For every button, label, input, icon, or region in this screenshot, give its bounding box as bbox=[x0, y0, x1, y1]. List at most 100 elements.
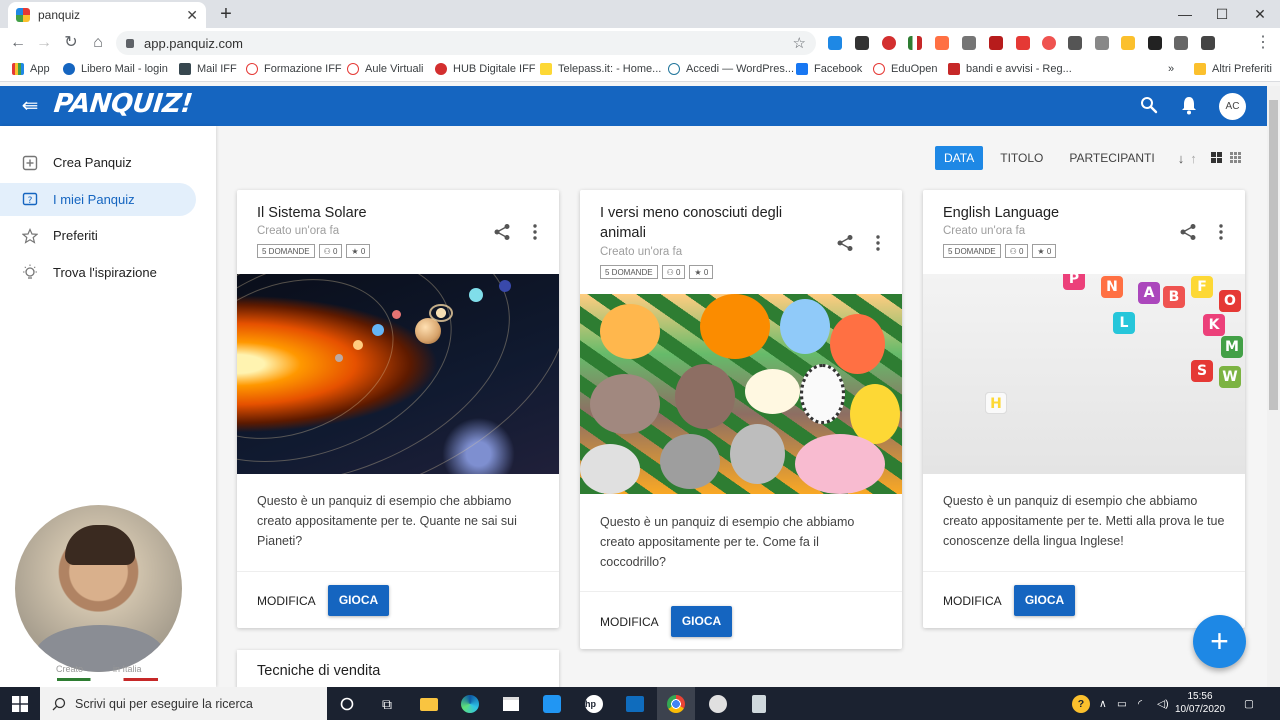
extension-icon[interactable] bbox=[962, 36, 976, 50]
back-icon[interactable]: ← bbox=[7, 33, 29, 53]
extension-icon[interactable] bbox=[1042, 36, 1056, 50]
extension-icon[interactable] bbox=[989, 36, 1003, 50]
battery-icon[interactable]: ▭ bbox=[1117, 687, 1127, 720]
taskbar-clock[interactable]: 15:56 10/07/2020 bbox=[1175, 690, 1225, 716]
chrome-icon[interactable] bbox=[657, 687, 695, 720]
card-title: English Language bbox=[943, 205, 1060, 221]
app-icon[interactable] bbox=[541, 693, 563, 715]
sidebar-item-preferiti[interactable]: Preferiti bbox=[0, 219, 196, 252]
play-button[interactable]: GIOCA bbox=[328, 585, 389, 616]
bookmark-item[interactable]: EduOpen bbox=[873, 63, 937, 75]
more-vert-icon[interactable] bbox=[533, 224, 537, 240]
cortana-icon[interactable] bbox=[336, 693, 358, 715]
create-quiz-fab[interactable]: + bbox=[1193, 615, 1246, 668]
bookmark-item[interactable]: Facebook bbox=[796, 63, 862, 75]
task-view-icon[interactable]: ⧉ bbox=[376, 693, 398, 715]
more-vert-icon[interactable] bbox=[1219, 224, 1223, 240]
extension-icon[interactable] bbox=[1095, 36, 1109, 50]
bookmark-item[interactable]: Mail IFF bbox=[179, 63, 237, 75]
sidebar-item-trova-ispirazione[interactable]: Trova l'ispirazione bbox=[0, 256, 196, 289]
extensions-puzzle-icon[interactable] bbox=[1201, 36, 1215, 50]
home-icon[interactable]: ⌂ bbox=[87, 33, 109, 53]
extension-icon[interactable] bbox=[855, 36, 869, 50]
taskbar-search-placeholder: Scrivi qui per eseguire la ricerca bbox=[75, 696, 253, 711]
bookmark-item[interactable]: Formazione IFF bbox=[246, 63, 342, 75]
close-tab-icon[interactable]: ✕ bbox=[186, 7, 198, 24]
sort-descending-icon[interactable]: ↓ bbox=[1178, 151, 1185, 166]
forward-icon[interactable]: → bbox=[33, 33, 55, 53]
user-avatar[interactable]: AC bbox=[1219, 93, 1246, 120]
outlook-icon[interactable] bbox=[624, 693, 646, 715]
view-large-grid-icon[interactable] bbox=[1210, 151, 1222, 166]
sort-by-titolo-button[interactable]: TITOLO bbox=[991, 146, 1052, 170]
more-vert-icon[interactable] bbox=[876, 235, 880, 251]
menu-collapse-icon[interactable]: ⇚ bbox=[18, 95, 42, 117]
sidebar-item-i-miei-panquiz[interactable]: ? I miei Panquiz bbox=[0, 183, 196, 216]
edit-button[interactable]: MODIFICA bbox=[257, 594, 316, 608]
wifi-icon[interactable]: ◜ bbox=[1138, 687, 1142, 720]
extension-icon[interactable] bbox=[935, 36, 949, 50]
share-icon[interactable] bbox=[836, 234, 854, 252]
iff-icon bbox=[246, 63, 258, 75]
page-scrollbar[interactable] bbox=[1267, 86, 1280, 687]
bookmark-item[interactable]: bandi e avvisi - Reg... bbox=[948, 63, 1072, 75]
address-bar[interactable]: app.panquiz.com ☆ bbox=[116, 31, 816, 55]
questions-count-badge: 5 DOMANDE bbox=[600, 265, 658, 279]
sidebar-item-label: Trova l'ispirazione bbox=[53, 265, 157, 280]
bookmark-item[interactable]: HUB Digitale IFF bbox=[435, 63, 536, 75]
other-bookmarks[interactable]: Altri Preferiti bbox=[1194, 63, 1272, 75]
bookmark-star-icon[interactable]: ☆ bbox=[793, 34, 806, 52]
reload-icon[interactable]: ↻ bbox=[60, 33, 82, 53]
edge-icon[interactable] bbox=[459, 693, 481, 715]
extension-icon[interactable] bbox=[828, 36, 842, 50]
sidebar-item-label: Preferiti bbox=[53, 228, 98, 243]
store-icon[interactable] bbox=[500, 693, 522, 715]
sort-by-partecipanti-button[interactable]: PARTECIPANTI bbox=[1060, 146, 1163, 170]
sort-ascending-icon[interactable]: ↑ bbox=[1190, 151, 1197, 166]
extension-icon[interactable] bbox=[1174, 36, 1188, 50]
bookmark-item[interactable]: Telepass.it: - Home... bbox=[540, 63, 661, 75]
taskbar-search-input[interactable]: Scrivi qui per eseguire la ricerca bbox=[40, 687, 327, 720]
card-divider bbox=[923, 571, 1245, 572]
sidebar-item-crea-panquiz[interactable]: Crea Panquiz bbox=[0, 146, 196, 179]
app-icon[interactable] bbox=[707, 693, 729, 715]
browser-tab[interactable]: panquiz ✕ bbox=[8, 2, 206, 28]
bookmark-item[interactable]: Aule Virtuali bbox=[347, 63, 424, 75]
share-icon[interactable] bbox=[493, 223, 511, 241]
extension-icon[interactable] bbox=[1121, 36, 1135, 50]
file-explorer-icon[interactable] bbox=[418, 693, 440, 715]
notifications-bell-icon[interactable] bbox=[1180, 95, 1198, 115]
tab-title: panquiz bbox=[38, 8, 81, 22]
volume-icon[interactable]: ◁) bbox=[1157, 687, 1169, 720]
cartoon-animals-image bbox=[580, 294, 902, 494]
bookmark-item[interactable]: App bbox=[12, 63, 50, 75]
bookmarks-overflow-icon[interactable]: » bbox=[1168, 63, 1174, 75]
help-icon[interactable]: ? bbox=[1072, 687, 1090, 720]
extension-icon[interactable] bbox=[1148, 36, 1162, 50]
hp-icon[interactable]: hp bbox=[583, 693, 605, 715]
stars-count-badge: ★ 0 bbox=[346, 244, 371, 258]
adblock-icon[interactable] bbox=[882, 36, 896, 50]
share-icon[interactable] bbox=[1179, 223, 1197, 241]
calculator-icon[interactable] bbox=[748, 693, 770, 715]
extension-icon[interactable] bbox=[1016, 36, 1030, 50]
windows-start-icon[interactable] bbox=[0, 687, 40, 720]
play-button[interactable]: GIOCA bbox=[1014, 585, 1075, 616]
questions-count-badge: 5 DOMANDE bbox=[257, 244, 315, 258]
close-window-icon[interactable]: ✕ bbox=[1237, 0, 1280, 28]
bookmark-item[interactable]: Accedi — WordPres... bbox=[668, 63, 794, 75]
scrollbar-thumb[interactable] bbox=[1269, 100, 1278, 410]
edit-button[interactable]: MODIFICA bbox=[943, 594, 1002, 608]
view-small-grid-icon[interactable] bbox=[1229, 151, 1241, 166]
play-button[interactable]: GIOCA bbox=[671, 606, 732, 637]
bookmark-item[interactable]: Libero Mail - login bbox=[63, 63, 168, 75]
browser-menu-icon[interactable]: ⋮ bbox=[1252, 33, 1274, 53]
new-tab-icon[interactable]: + bbox=[216, 3, 236, 26]
extension-icon[interactable] bbox=[1068, 36, 1082, 50]
search-icon[interactable] bbox=[1140, 96, 1158, 114]
notifications-icon[interactable]: ▢ bbox=[1244, 687, 1254, 720]
sort-by-data-button[interactable]: DATA bbox=[935, 146, 984, 170]
tray-chevron-icon[interactable]: ∧ bbox=[1099, 687, 1107, 720]
edit-button[interactable]: MODIFICA bbox=[600, 615, 659, 629]
extension-icon[interactable] bbox=[908, 36, 922, 50]
